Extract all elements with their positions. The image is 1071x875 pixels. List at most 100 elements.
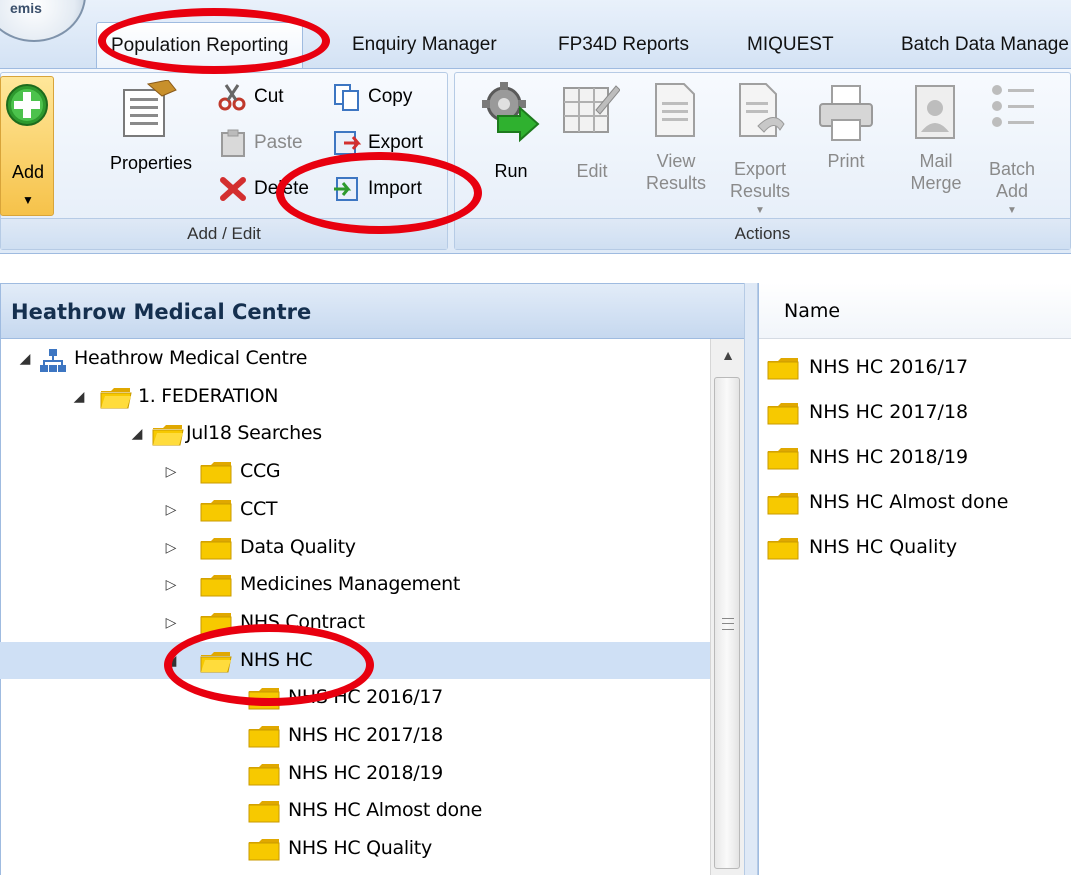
tab-population-reporting[interactable]: Population Reporting <box>96 22 304 68</box>
mail-merge-button[interactable]: Mail Merge <box>896 80 976 198</box>
view-results-button[interactable]: View Results <box>632 80 720 198</box>
expand-arrow-icon[interactable]: ▷ <box>164 604 178 641</box>
tab-miquest[interactable]: MIQUEST <box>733 22 848 68</box>
list-item-label: NHS HC 2016/17 <box>809 356 969 378</box>
tree-item[interactable]: ◢ Heathrow Medical Centre <box>0 340 710 377</box>
tree-item[interactable]: NHS HC Quality <box>0 830 710 867</box>
tab-batch-data-manager[interactable]: Batch Data Manage <box>887 22 1071 68</box>
list-item[interactable]: NHS HC Almost done <box>767 480 1067 525</box>
folder-open-icon <box>152 424 184 451</box>
print-button[interactable]: Print <box>806 80 886 190</box>
run-button-label: Run <box>494 161 528 181</box>
mail-merge-label-line1: Mail <box>919 151 953 171</box>
scissors-icon <box>218 84 246 111</box>
tree-item[interactable]: NHS HC 2016/17 <box>0 679 710 716</box>
paste-button[interactable]: Paste <box>218 126 303 160</box>
tree-item[interactable]: ▷ CCT <box>0 491 710 528</box>
folder-icon <box>200 613 232 640</box>
tree-item[interactable]: ◢ 1. FEDERATION <box>0 378 710 415</box>
expand-arrow-icon[interactable]: ▷ <box>164 453 178 490</box>
import-button[interactable]: Import <box>332 172 422 206</box>
tree-item-label: NHS HC 2017/18 <box>288 724 443 746</box>
scroll-thumb[interactable] <box>714 377 740 869</box>
scroll-up-arrow-icon[interactable]: ▲ <box>711 339 745 371</box>
tree-item-label: CCT <box>240 498 278 520</box>
tree-item-label: NHS HC Almost done <box>288 799 483 821</box>
batch-add-label-line1: Batch <box>988 159 1036 179</box>
batch-add-button[interactable]: Batch Add ▼ <box>976 80 1048 220</box>
tree-item-label: NHS HC <box>240 649 313 671</box>
tree-item[interactable]: NHS HC Almost done <box>0 792 710 829</box>
folder-icon <box>767 448 799 475</box>
list-item[interactable]: NHS HC Quality <box>767 525 1067 570</box>
folder-icon <box>248 839 280 866</box>
run-button[interactable]: Run <box>466 80 556 190</box>
tree-item-label: Heathrow Medical Centre <box>74 347 308 369</box>
list-item[interactable]: NHS HC 2017/18 <box>767 390 1067 435</box>
tree-scrollbar[interactable]: ▲ <box>710 339 744 875</box>
collapse-arrow-icon[interactable]: ◢ <box>18 340 32 377</box>
folder-icon <box>767 358 799 385</box>
left-panel-header: Heathrow Medical Centre <box>0 283 746 339</box>
tree-item[interactable]: NHS HC 2017/18 <box>0 717 710 754</box>
properties-button[interactable]: Properties <box>96 80 206 190</box>
cut-button[interactable]: Cut <box>218 80 284 114</box>
add-plus-icon <box>6 84 48 126</box>
organisation-icon <box>40 349 66 378</box>
view-results-label-line1: View <box>656 151 696 171</box>
folder-open-icon <box>100 387 132 414</box>
copy-button[interactable]: Copy <box>332 80 412 114</box>
export-icon <box>334 131 362 155</box>
mail-merge-label-line2: Merge <box>910 173 962 193</box>
folder-icon <box>200 575 232 602</box>
tree-item-label: Medicines Management <box>240 573 460 595</box>
tab-enquiry-manager[interactable]: Enquiry Manager <box>338 22 511 68</box>
tree-item[interactable]: ◢ Jul18 Searches <box>0 415 710 452</box>
properties-icon <box>123 80 177 137</box>
folder-icon <box>248 801 280 828</box>
tree-item[interactable]: ◢ NHS HC <box>0 642 710 679</box>
export-button[interactable]: Export <box>332 126 423 160</box>
folder-open-icon <box>200 651 232 678</box>
edit-button-label: Edit <box>576 161 608 181</box>
expand-arrow-icon[interactable]: ▷ <box>164 566 178 603</box>
tree-item-label: Data Quality <box>240 536 356 558</box>
tree-item[interactable]: ▷ NHS Contract <box>0 604 710 641</box>
batch-add-people-icon <box>992 85 1034 127</box>
folder-icon <box>200 538 232 565</box>
view-results-document-icon <box>655 83 695 137</box>
column-header-name[interactable]: Name <box>759 283 1071 339</box>
tree-item[interactable]: ▷ Data Quality <box>0 529 710 566</box>
tree-item[interactable]: NHS HC 2018/19 <box>0 755 710 792</box>
tree-item[interactable]: ▷ Medicines Management <box>0 566 710 603</box>
collapse-arrow-icon[interactable]: ◢ <box>72 378 86 415</box>
print-button-label: Print <box>827 151 865 171</box>
import-button-label: Import <box>368 178 422 199</box>
column-header-label: Name <box>784 300 841 322</box>
export-results-button[interactable]: Export Results ▼ <box>720 80 800 220</box>
expand-arrow-icon[interactable]: ▷ <box>164 529 178 566</box>
tree-item-label: NHS HC 2016/17 <box>288 686 443 708</box>
tab-fp34d-reports[interactable]: FP34D Reports <box>544 22 703 68</box>
tree-item-label: NHS HC 2018/19 <box>288 762 443 784</box>
edit-button[interactable]: Edit <box>552 80 632 190</box>
add-button[interactable]: Add ▼ <box>0 76 54 216</box>
group-title-add-edit: Add / Edit <box>1 218 447 249</box>
delete-button[interactable]: Delete <box>218 172 309 206</box>
collapse-arrow-icon[interactable]: ◢ <box>164 642 178 679</box>
tree-item-label: 1. FEDERATION <box>138 385 279 407</box>
properties-button-label: Properties <box>109 153 193 173</box>
mail-merge-person-icon <box>915 85 955 139</box>
paste-button-label: Paste <box>254 132 303 153</box>
expand-arrow-icon[interactable]: ▷ <box>164 491 178 528</box>
tree-item[interactable]: ▷ CCG <box>0 453 710 490</box>
cut-button-label: Cut <box>254 86 284 107</box>
copy-button-label: Copy <box>368 86 413 107</box>
clipboard-icon <box>221 129 245 157</box>
folder-icon <box>200 500 232 527</box>
tree-item-label: Jul18 Searches <box>186 422 322 444</box>
panel-splitter[interactable] <box>744 283 758 875</box>
list-item[interactable]: NHS HC 2018/19 <box>767 435 1067 480</box>
collapse-arrow-icon[interactable]: ◢ <box>130 415 144 452</box>
list-item[interactable]: NHS HC 2016/17 <box>767 345 1067 390</box>
